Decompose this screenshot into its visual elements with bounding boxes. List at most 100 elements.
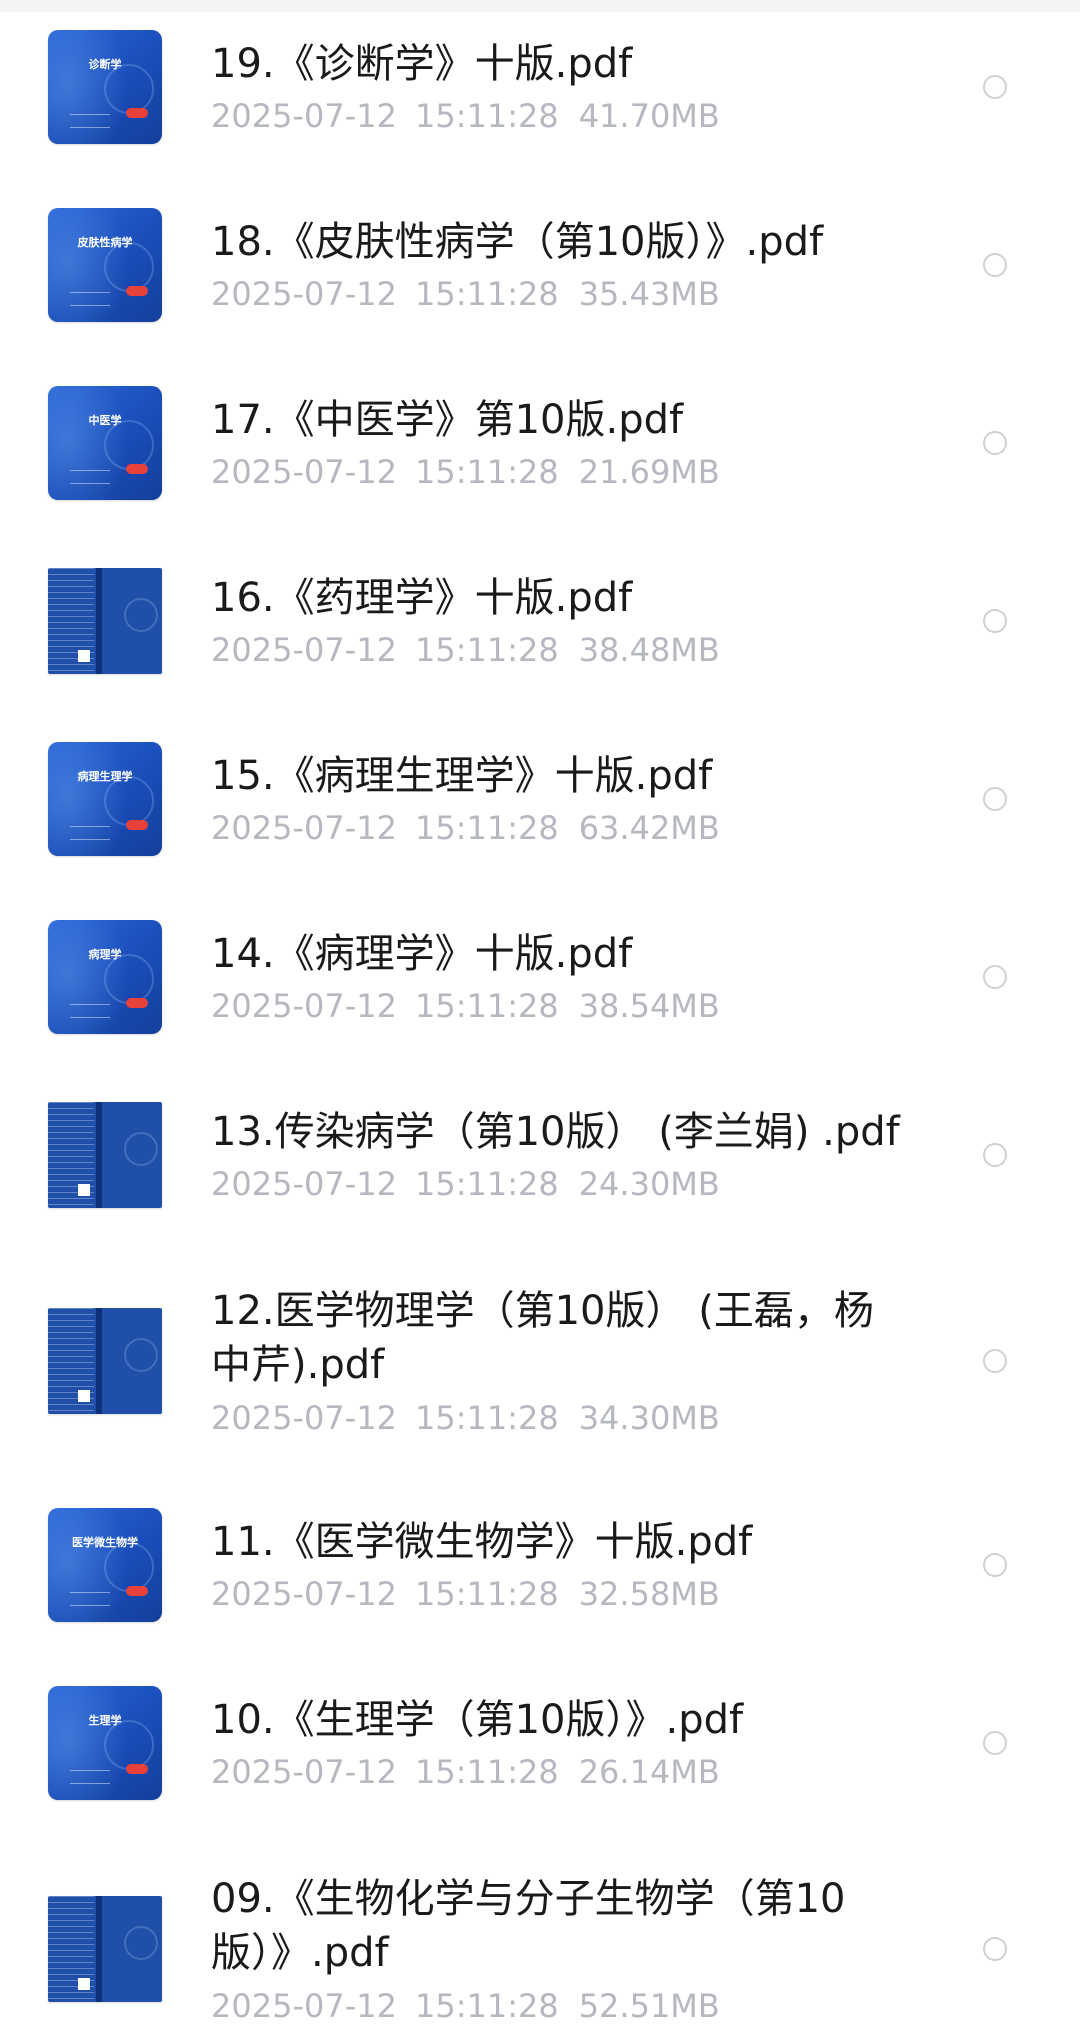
- cover-author-lines: [70, 1592, 110, 1606]
- pdf-cover-thumbnail: 医学微生物学: [48, 1508, 162, 1622]
- file-list: 诊断学 19.《诊断学》十版.pdf 2025-07-12 15:11:28 41.…: [0, 0, 1080, 2026]
- cover-spine: [96, 1896, 102, 2002]
- file-date: 2025-07-12: [211, 987, 397, 1025]
- file-size: 35.43MB: [578, 275, 720, 313]
- cover-edition-badge: [126, 820, 148, 830]
- cover-author-lines: [70, 826, 110, 840]
- file-date: 2025-07-12: [211, 97, 397, 135]
- cover-author-lines: [70, 470, 110, 484]
- select-radio[interactable]: [983, 1553, 1007, 1577]
- cover-author-lines: [70, 292, 110, 306]
- file-meta: 2025-07-12 15:11:28 32.58MB: [211, 1574, 720, 1614]
- file-size: 26.14MB: [578, 1753, 720, 1791]
- file-meta: 2025-07-12 15:11:28 34.30MB: [211, 1398, 720, 1438]
- pdf-cover-thumbnail: 生理学: [48, 1686, 162, 1800]
- file-time: 15:11:28: [414, 1987, 559, 2025]
- file-meta: 2025-07-12 15:11:28 24.30MB: [211, 1164, 720, 1204]
- file-name: 12.医学物理学（第10版） (王磊，杨中芹).pdf: [211, 1288, 874, 1388]
- file-size: 21.69MB: [578, 453, 720, 491]
- file-name: 17.《中医学》第10版.pdf: [211, 397, 684, 443]
- cover-spine: [96, 1102, 102, 1208]
- file-size: 38.48MB: [578, 631, 720, 669]
- file-date: 2025-07-12: [211, 1165, 397, 1203]
- file-meta: 2025-07-12 15:11:28 63.42MB: [211, 808, 720, 848]
- file-size: 38.54MB: [578, 987, 720, 1025]
- file-meta: 2025-07-12 15:11:28 38.54MB: [211, 986, 720, 1026]
- select-radio[interactable]: [983, 75, 1007, 99]
- cover-edition-badge: [126, 998, 148, 1008]
- file-size: 63.42MB: [578, 809, 720, 847]
- file-size: 52.51MB: [578, 1987, 720, 2025]
- file-name: 18.《皮肤性病学（第10版）》.pdf: [211, 219, 824, 265]
- file-date: 2025-07-12: [211, 1399, 397, 1437]
- file-name: 13.传染病学（第10版） (李兰娟) .pdf: [211, 1109, 900, 1155]
- select-radio[interactable]: [983, 431, 1007, 455]
- file-date: 2025-07-12: [211, 631, 397, 669]
- file-date: 2025-07-12: [211, 1575, 397, 1613]
- file-time: 15:11:28: [414, 1753, 559, 1791]
- cover-spine: [96, 568, 102, 674]
- file-date: 2025-07-12: [211, 1753, 397, 1791]
- select-radio[interactable]: [983, 965, 1007, 989]
- cover-title: 诊断学: [88, 58, 122, 71]
- file-name: 10.《生理学（第10版）》.pdf: [211, 1697, 744, 1743]
- file-meta: 2025-07-12 15:11:28 41.70MB: [211, 96, 720, 136]
- cover-author-lines: [70, 1770, 110, 1784]
- pdf-cover-thumbnail: 诊断学: [48, 30, 162, 144]
- file-size: 41.70MB: [578, 97, 720, 135]
- file-name: 09.《生物化学与分子生物学（第10版）》.pdf: [211, 1876, 846, 1976]
- file-time: 15:11:28: [414, 453, 559, 491]
- file-date: 2025-07-12: [211, 275, 397, 313]
- cover-edition-badge: [126, 286, 148, 296]
- file-time: 15:11:28: [414, 1575, 559, 1613]
- cover-author-lines: [70, 114, 110, 128]
- file-time: 15:11:28: [414, 631, 559, 669]
- pdf-cover-thumbnail: [48, 568, 162, 674]
- file-name: 19.《诊断学》十版.pdf: [211, 41, 633, 87]
- select-radio[interactable]: [983, 787, 1007, 811]
- cover-author-lines: [70, 1004, 110, 1018]
- cover-title: 病理学: [88, 948, 122, 961]
- select-radio[interactable]: [983, 609, 1007, 633]
- select-radio[interactable]: [983, 1937, 1007, 1961]
- cover-title: 生理学: [88, 1714, 122, 1727]
- file-date: 2025-07-12: [211, 809, 397, 847]
- cover-qr-code: [78, 1978, 90, 1990]
- select-radio[interactable]: [983, 1143, 1007, 1167]
- file-name: 11.《医学微生物学》十版.pdf: [211, 1519, 753, 1565]
- cover-qr-code: [78, 650, 90, 662]
- pdf-cover-thumbnail: [48, 1896, 162, 2002]
- file-meta: 2025-07-12 15:11:28 26.14MB: [211, 1752, 720, 1792]
- file-time: 15:11:28: [414, 97, 559, 135]
- file-size: 32.58MB: [578, 1575, 720, 1613]
- pdf-cover-thumbnail: 病理生理学: [48, 742, 162, 856]
- file-meta: 2025-07-12 15:11:28 21.69MB: [211, 452, 720, 492]
- cover-spine: [96, 1308, 102, 1414]
- pdf-cover-thumbnail: [48, 1308, 162, 1414]
- pdf-cover-thumbnail: 中医学: [48, 386, 162, 500]
- file-size: 34.30MB: [578, 1399, 720, 1437]
- cover-title: 病理生理学: [77, 770, 133, 783]
- file-time: 15:11:28: [414, 1399, 559, 1437]
- file-time: 15:11:28: [414, 275, 559, 313]
- file-meta: 2025-07-12 15:11:28 35.43MB: [211, 274, 720, 314]
- file-name: 15.《病理生理学》十版.pdf: [211, 753, 713, 799]
- pdf-cover-thumbnail: [48, 1102, 162, 1208]
- cover-title: 皮肤性病学: [77, 236, 133, 249]
- cover-title: 医学微生物学: [72, 1536, 138, 1549]
- file-date: 2025-07-12: [211, 453, 397, 491]
- cover-title: 中医学: [88, 414, 122, 427]
- cover-edition-badge: [126, 464, 148, 474]
- file-time: 15:11:28: [414, 809, 559, 847]
- file-name: 14.《病理学》十版.pdf: [211, 931, 633, 977]
- file-date: 2025-07-12: [211, 1987, 397, 2025]
- cover-qr-code: [78, 1184, 90, 1196]
- select-radio[interactable]: [983, 253, 1007, 277]
- file-time: 15:11:28: [414, 987, 559, 1025]
- select-radio[interactable]: [983, 1731, 1007, 1755]
- file-meta: 2025-07-12 15:11:28 52.51MB: [211, 1986, 720, 2026]
- pdf-cover-thumbnail: 皮肤性病学: [48, 208, 162, 322]
- cover-qr-code: [78, 1390, 90, 1402]
- select-radio[interactable]: [983, 1349, 1007, 1373]
- file-name: 16.《药理学》十版.pdf: [211, 575, 633, 621]
